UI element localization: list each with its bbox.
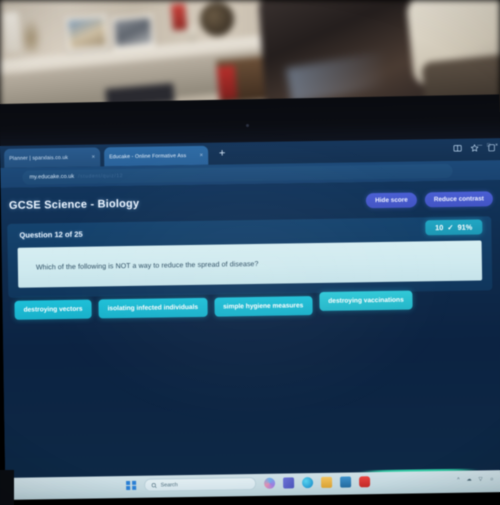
score-badge: 10 ✓ 91%	[424, 219, 483, 236]
close-icon[interactable]: ×	[92, 154, 96, 160]
browser-tab-educake[interactable]: Educake - Online Formative Ass ×	[104, 145, 209, 167]
teams-icon[interactable]	[282, 477, 294, 489]
question-card: Question 12 of 25 10 ✓ 91% Which of the …	[7, 216, 493, 298]
answer-option-destroying-vaccinations[interactable]: destroying vaccinations	[319, 290, 413, 312]
score-value: 10	[435, 223, 444, 233]
answer-options: destroying vectors isolating infected in…	[14, 290, 484, 320]
youtube-icon[interactable]	[358, 476, 370, 488]
close-icon[interactable]: ×	[200, 152, 204, 158]
new-tab-button[interactable]: +	[214, 146, 230, 162]
browser-tab-planner[interactable]: Planner | sparxlais.co.uk ×	[4, 147, 101, 168]
onedrive-icon[interactable]: ☁	[467, 477, 472, 483]
chevron-up-icon[interactable]: ^	[457, 477, 459, 483]
answer-option-destroying-vectors[interactable]: destroying vectors	[14, 299, 92, 320]
url-text: my.educake.co.uk	[29, 173, 75, 181]
reduce-contrast-button[interactable]: Reduce contrast	[424, 191, 494, 208]
speaker-icon[interactable]: ☼	[489, 476, 494, 482]
page-title: GCSE Science - Biology	[8, 197, 140, 212]
browser-toolbar-icons[interactable]	[453, 143, 496, 153]
red-box	[170, 3, 188, 31]
microsoft-store-icon[interactable]	[339, 476, 351, 488]
question-counter: Question 12 of 25	[19, 229, 83, 240]
taskbar-center-group: Search	[126, 475, 370, 492]
start-button[interactable]	[126, 480, 136, 491]
bezel-corner	[0, 470, 14, 505]
answer-option-isolating-infected-individuals[interactable]: isolating infected individuals	[98, 297, 208, 319]
picture-frame	[110, 14, 156, 50]
tab-label: Planner | sparxlais.co.uk	[9, 154, 69, 162]
vase	[2, 11, 22, 53]
webcam-icon	[246, 124, 249, 127]
dried-plant	[20, 18, 42, 52]
answer-option-simple-hygiene-measures[interactable]: simple hygiene measures	[213, 296, 313, 317]
search-placeholder: Search	[160, 481, 178, 488]
educake-page: GCSE Science - Biology Hide score Reduce…	[0, 180, 500, 486]
copilot-icon[interactable]	[263, 477, 275, 489]
search-icon	[151, 482, 157, 488]
favorites-star-icon[interactable]	[470, 143, 479, 152]
wifi-icon[interactable]: ▽	[479, 476, 483, 482]
laptop-screen: Planner | sparxlais.co.uk × Educake - On…	[0, 138, 500, 486]
file-explorer-icon[interactable]	[320, 476, 332, 488]
header-button-group: Hide score Reduce contrast	[366, 191, 494, 209]
edge-icon[interactable]	[301, 477, 313, 489]
question-text-panel: Which of the following is NOT a way to r…	[17, 240, 483, 288]
tab-label: Educake - Online Formative Ass	[109, 152, 187, 160]
taskbar-search-input[interactable]: Search	[143, 476, 256, 492]
collections-icon[interactable]	[487, 143, 496, 152]
split-screen-icon[interactable]	[453, 144, 462, 153]
red-container	[216, 65, 238, 101]
url-path: /student/quiz/12	[78, 173, 124, 180]
score-percent: 91%	[457, 222, 473, 232]
picture-frame	[64, 14, 110, 52]
laptop-screen-photo: Planner | sparxlais.co.uk × Educake - On…	[0, 0, 500, 505]
hide-score-button[interactable]: Hide score	[366, 192, 417, 209]
check-icon: ✓	[447, 222, 454, 232]
system-tray[interactable]: ^ ☁ ▽ ☼	[457, 476, 494, 483]
question-text: Which of the following is NOT a way to r…	[35, 260, 259, 271]
